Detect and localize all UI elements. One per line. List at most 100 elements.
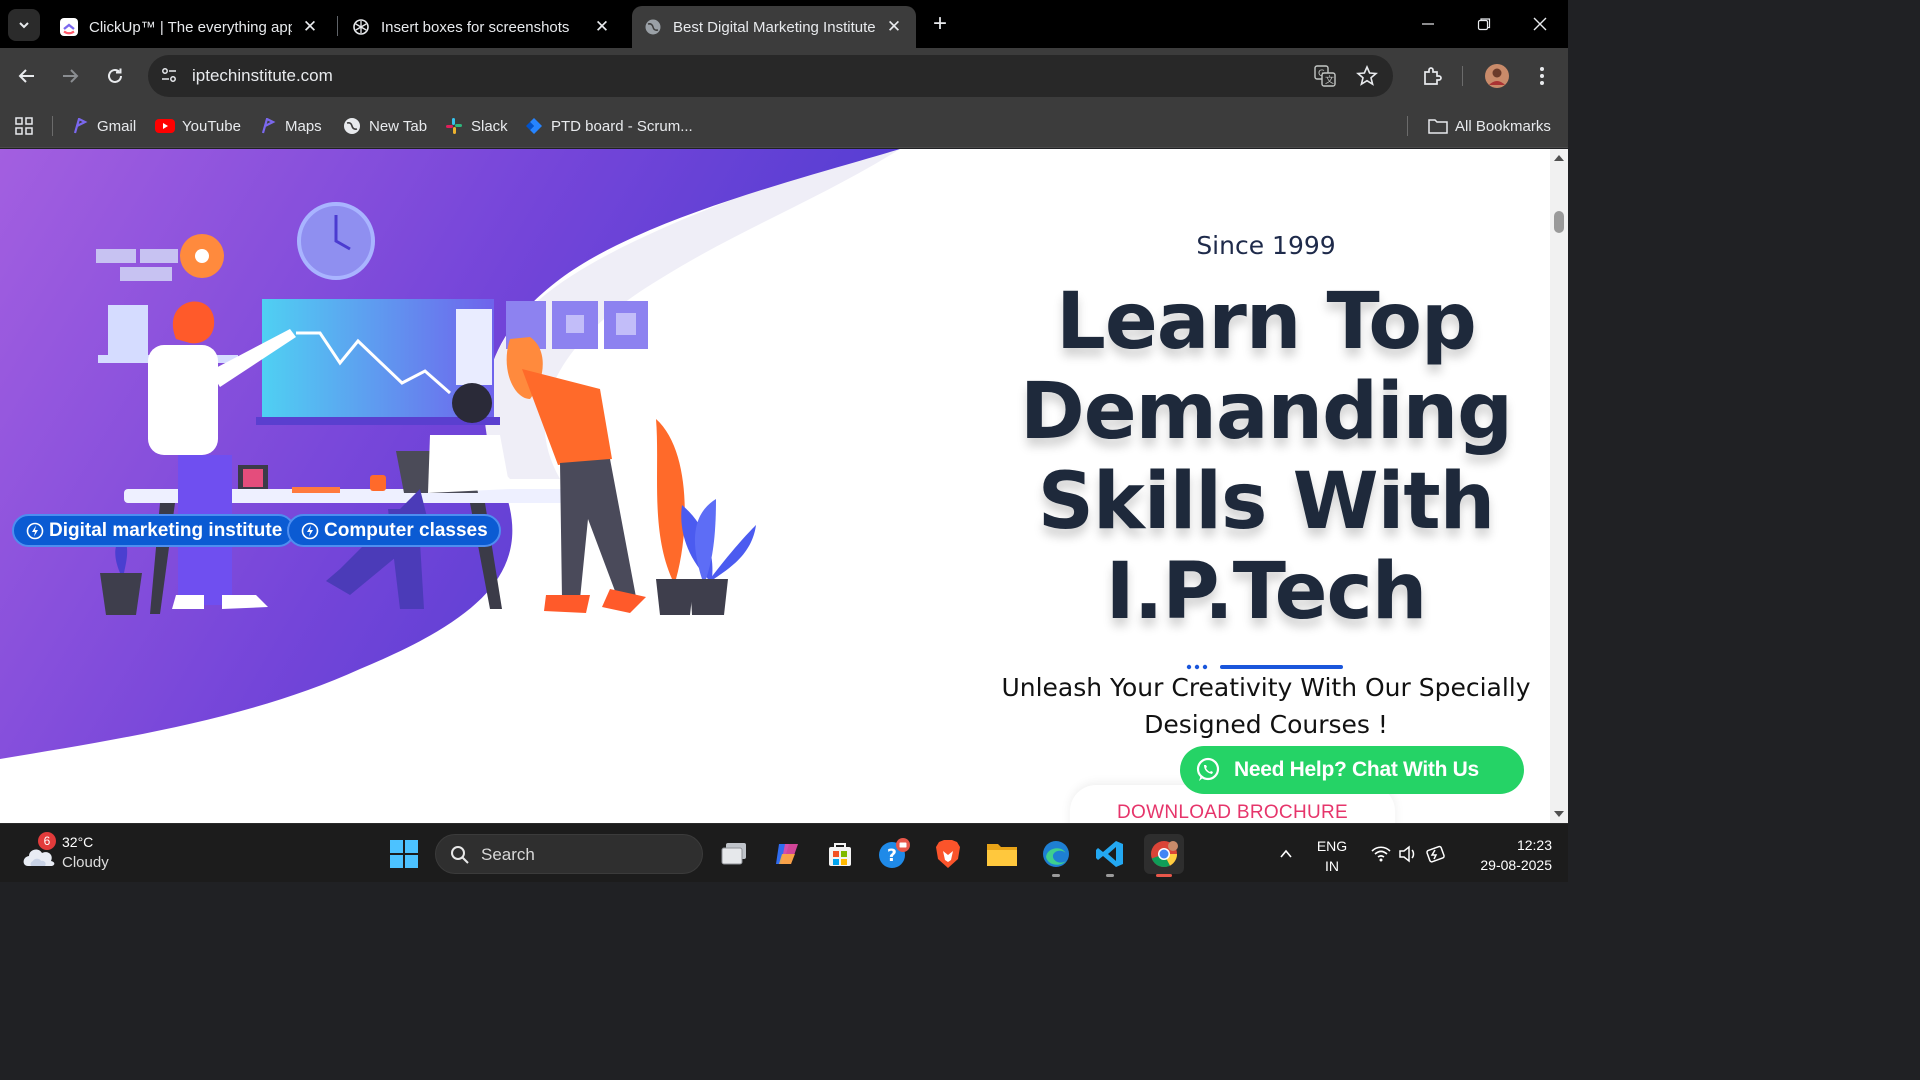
subheading-line: Designed Courses ! (1144, 710, 1388, 739)
bookmark-star-icon[interactable] (1356, 64, 1378, 92)
globe-icon (342, 116, 362, 136)
bookmark-youtube[interactable]: YouTube (155, 113, 241, 139)
minimize-icon (1422, 23, 1434, 25)
help-app[interactable]: ? (874, 834, 914, 874)
chrome-icon (1151, 841, 1178, 868)
weather-description[interactable]: Cloudy (62, 854, 109, 871)
more-menu-icon[interactable] (1526, 60, 1558, 92)
new-tab-button[interactable]: + (926, 10, 954, 38)
slack-icon (444, 116, 464, 136)
system-clock[interactable]: 12:23 29-08-2025 (1460, 835, 1552, 875)
help-icon: ? (879, 838, 910, 868)
address-bar[interactable]: iptechinstitute.com G文 (148, 55, 1393, 97)
task-view-button[interactable] (714, 834, 754, 874)
wifi-icon[interactable] (1368, 834, 1394, 874)
bookmarks-divider (1407, 116, 1408, 136)
headline-line: I.P.Tech (1105, 547, 1428, 637)
reload-button[interactable] (99, 60, 131, 92)
svg-text:?: ? (887, 846, 897, 866)
edge-browser-app[interactable] (1036, 834, 1076, 874)
back-button[interactable] (11, 60, 43, 92)
volume-icon[interactable] (1395, 834, 1421, 874)
apps-grid-icon[interactable] (14, 113, 34, 139)
brave-browser-app[interactable] (928, 834, 968, 874)
bookmark-label: Gmail (97, 117, 137, 135)
copilot-icon (776, 844, 798, 864)
scrollbar-thumb[interactable] (1554, 211, 1564, 233)
bookmark-slack[interactable]: Slack (444, 113, 508, 139)
browser-toolbar: iptechinstitute.com G文 (0, 48, 1568, 104)
taskbar-search-box[interactable]: Search (435, 834, 703, 874)
start-button[interactable] (384, 834, 424, 874)
profile-avatar[interactable] (1481, 60, 1513, 92)
minimize-button[interactable] (1400, 0, 1456, 48)
site-info-icon[interactable] (159, 65, 179, 90)
tab-insert-boxes[interactable]: Insert boxes for screenshots ✕ (340, 6, 624, 48)
copilot-app[interactable] (767, 834, 807, 874)
vscode-app[interactable] (1090, 834, 1130, 874)
bookmark-gmail[interactable]: Gmail (70, 113, 136, 139)
chatgpt-icon (352, 18, 370, 36)
translate-icon[interactable]: G文 (1314, 65, 1336, 92)
chrome-app[interactable] (1144, 834, 1184, 874)
headline-line: Learn Top (1056, 277, 1477, 367)
bookmark-label: New Tab (369, 117, 428, 135)
bookmark-maps[interactable]: Maps (258, 113, 322, 139)
battery-icon[interactable] (1424, 834, 1450, 874)
search-placeholder: Search (481, 845, 535, 864)
scroll-down-arrow-icon[interactable] (1553, 809, 1565, 819)
close-icon[interactable]: ✕ (300, 17, 320, 37)
globe-icon (644, 18, 662, 36)
tab-best-digital-marketing[interactable]: Best Digital Marketing Institute ✕ (632, 6, 916, 48)
hero-headline: Learn Top Demanding Skills With I.P.Tech (996, 277, 1536, 637)
clock-date: 29-08-2025 (1480, 857, 1552, 873)
bookmark-label: YouTube (182, 117, 241, 135)
maps-icon (258, 116, 278, 136)
close-icon[interactable]: ✕ (592, 17, 612, 37)
running-indicator (1106, 874, 1114, 877)
close-icon[interactable]: ✕ (884, 17, 904, 37)
close-window-button[interactable] (1512, 0, 1568, 48)
tab-search-button[interactable] (8, 9, 40, 41)
chip-label: Digital marketing institute (49, 519, 283, 541)
since-label: Since 1999 (1196, 231, 1336, 260)
bookmark-label: Maps (285, 117, 322, 135)
microsoft-store-app[interactable] (820, 834, 860, 874)
whatsapp-chat-button[interactable]: Need Help? Chat With Us (1180, 746, 1524, 794)
weather-temperature[interactable]: 32°C (62, 834, 93, 850)
bolt-icon (26, 522, 44, 539)
gmail-icon (70, 116, 90, 136)
bookmark-all-bookmarks[interactable]: All Bookmarks (1428, 113, 1551, 139)
language-indicator[interactable]: ENG IN (1312, 836, 1352, 876)
bookmark-new-tab[interactable]: New Tab (342, 113, 427, 139)
whatsapp-label: Need Help? Chat With Us (1234, 758, 1479, 781)
page-scrollbar[interactable] (1550, 149, 1568, 823)
whatsapp-icon (1196, 757, 1220, 781)
hero-subheading: Unleash Your Creativity With Our Special… (996, 669, 1536, 743)
extensions-icon[interactable] (1416, 60, 1448, 92)
scroll-up-arrow-icon[interactable] (1553, 153, 1565, 163)
headline-line: Skills With (1037, 457, 1495, 547)
vscode-icon (1096, 841, 1123, 867)
hidden-icons-button[interactable] (1266, 834, 1306, 874)
file-explorer-app[interactable] (982, 834, 1022, 874)
chevron-down-icon (19, 22, 29, 29)
tab-clickup[interactable]: ClickUp™ | The everything app f ✕ (48, 6, 332, 48)
subheading-line: Unleash Your Creativity With Our Special… (1001, 673, 1531, 702)
restore-button[interactable] (1456, 0, 1512, 48)
chip-digital-marketing[interactable]: Digital marketing institute (12, 514, 296, 547)
clock-time: 12:23 (1516, 837, 1552, 853)
url-text[interactable]: iptechinstitute.com (192, 66, 333, 86)
bookmarks-bar: Gmail YouTube Maps New Tab Slack PTD boa… (0, 104, 1568, 148)
reload-icon (108, 68, 122, 83)
hero-illustration (0, 149, 1000, 823)
forward-button[interactable] (54, 60, 86, 92)
arrow-right-icon (63, 69, 79, 83)
jira-icon (524, 116, 544, 136)
bolt-icon (301, 522, 319, 539)
bookmark-ptd-board[interactable]: PTD board - Scrum... (524, 113, 693, 139)
tab-title: Best Digital Marketing Institute (673, 18, 876, 36)
chip-computer-classes[interactable]: Computer classes (287, 514, 501, 547)
arrow-left-icon (18, 69, 34, 83)
chevron-up-icon (1280, 849, 1292, 858)
